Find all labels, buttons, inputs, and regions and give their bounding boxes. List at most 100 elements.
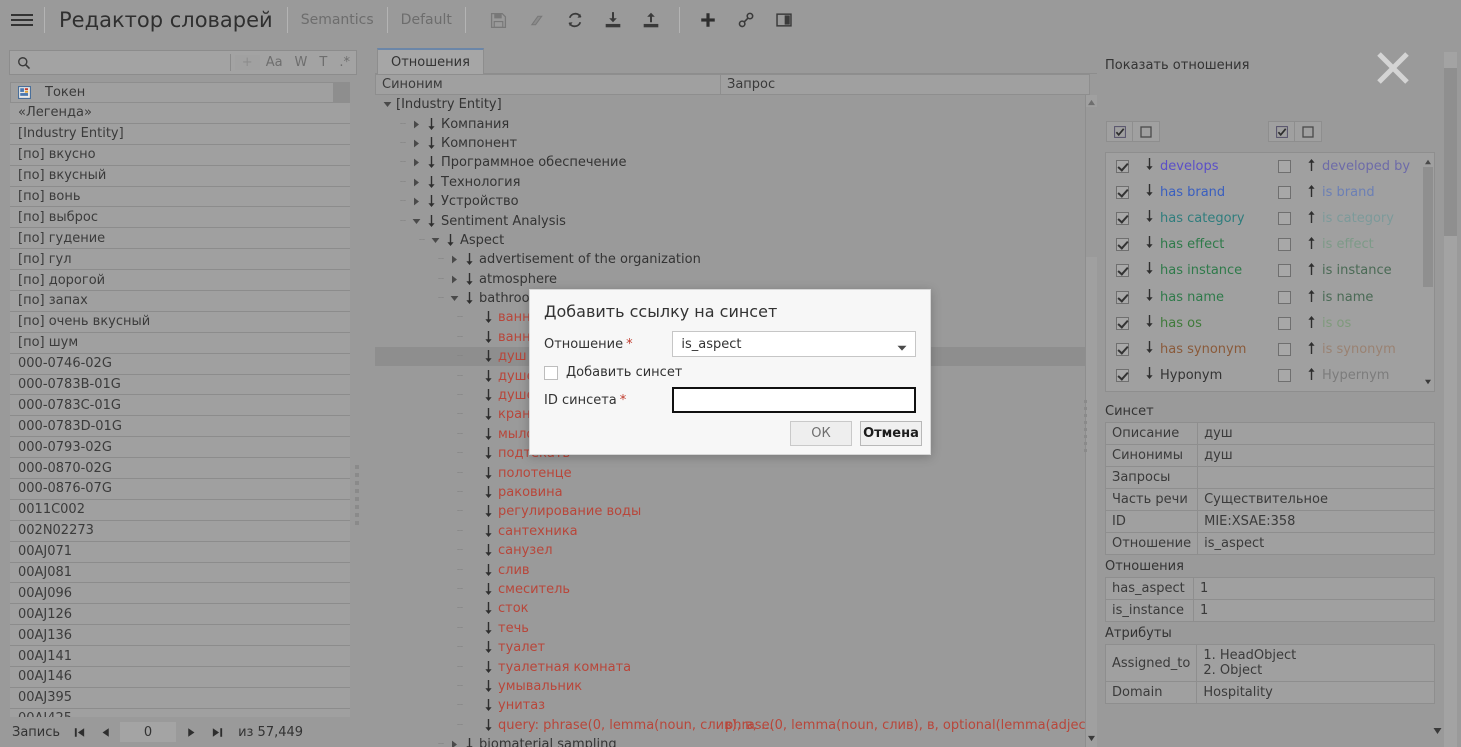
tree-row[interactable]: ┄ Устройство xyxy=(375,192,1090,211)
relation-checkbox[interactable] xyxy=(1278,264,1291,278)
relation-checkbox[interactable] xyxy=(1278,342,1291,356)
save-icon[interactable] xyxy=(480,3,518,37)
eraser-icon[interactable] xyxy=(518,3,556,37)
scroll-down-button[interactable] xyxy=(1087,731,1096,746)
relation-name[interactable]: has category xyxy=(1158,211,1245,226)
link-icon[interactable] xyxy=(727,3,765,37)
relation-name[interactable]: is synonym xyxy=(1320,342,1396,357)
previous-record-button[interactable] xyxy=(92,720,118,744)
relation-checkbox[interactable] xyxy=(1278,238,1291,252)
relation-checkbox[interactable] xyxy=(1278,316,1291,330)
table-cell-value[interactable]: душ xyxy=(1197,444,1435,467)
list-item[interactable]: 00AJ141 xyxy=(10,646,350,668)
table-cell-value[interactable]: Hospitality xyxy=(1196,681,1435,704)
list-item[interactable]: 000-0746-02G xyxy=(10,353,350,375)
workspace-tag-semantics[interactable]: Semantics xyxy=(288,12,387,28)
tree-row[interactable]: ┄ advertisement of the organization xyxy=(375,250,1090,269)
table-cell-value[interactable]: is_aspect xyxy=(1197,532,1435,555)
scrollbar-thumb[interactable] xyxy=(1423,167,1433,287)
list-item[interactable]: 00AJ136 xyxy=(10,625,350,647)
relation-checkbox[interactable] xyxy=(1278,290,1291,304)
tree-row[interactable]: ┄ Технология xyxy=(375,173,1090,192)
search-match-case-button[interactable]: Aa xyxy=(260,55,289,70)
tree-row[interactable]: ┄ Sentiment Analysis xyxy=(375,211,1090,230)
search-add-button[interactable]: + xyxy=(234,55,260,70)
table-cell-value[interactable]: MIE:XSAE:358 xyxy=(1197,510,1435,533)
hamburger-menu-icon[interactable] xyxy=(0,0,44,40)
scrollbar-thumb[interactable] xyxy=(1086,107,1097,257)
list-item[interactable]: «Легенда» xyxy=(10,103,350,124)
list-item[interactable]: 00AJ081 xyxy=(10,562,350,584)
panel-icon[interactable] xyxy=(765,3,803,37)
relation-name[interactable]: is brand xyxy=(1320,185,1375,200)
relation-name[interactable]: is effect xyxy=(1320,237,1374,252)
tab-relations[interactable]: Отношения xyxy=(377,48,484,74)
token-column-header[interactable]: Токен xyxy=(10,82,350,103)
table-cell-value[interactable]: Существительное xyxy=(1197,488,1435,511)
chevron-down-icon[interactable] xyxy=(381,101,394,108)
relation-name[interactable]: has name xyxy=(1158,290,1224,305)
details-panel-scrollbar[interactable] xyxy=(1444,52,1457,747)
relation-name[interactable]: has brand xyxy=(1158,185,1225,200)
ok-button[interactable]: ОК xyxy=(790,421,852,446)
relation-checkbox[interactable] xyxy=(1278,185,1291,199)
tree-row[interactable]: ┄ Программное обеспечение xyxy=(375,153,1090,172)
relation-checkbox[interactable] xyxy=(1116,290,1129,304)
relation-name[interactable]: has effect xyxy=(1158,237,1224,252)
add-synset-checkbox[interactable] xyxy=(544,365,558,380)
search-whole-word-button[interactable]: W xyxy=(289,55,314,70)
relation-checkbox[interactable] xyxy=(1116,238,1129,252)
list-item[interactable]: [по] гудение xyxy=(10,228,350,250)
list-item[interactable]: [по] очень вкусный xyxy=(10,311,350,333)
list-item[interactable]: 000-0783B-01G xyxy=(10,374,350,396)
tree-row[interactable]: ┄ туалетная комната xyxy=(375,657,1090,676)
column-header-synonym[interactable]: Синоним xyxy=(376,75,721,94)
chevron-right-icon[interactable] xyxy=(448,740,461,747)
table-cell-value[interactable]: душ xyxy=(1197,422,1435,445)
relation-checkbox[interactable] xyxy=(1116,264,1129,278)
relations-scrollbar[interactable] xyxy=(1422,153,1434,391)
panel-splitter[interactable] xyxy=(368,40,375,747)
chevron-down-icon[interactable] xyxy=(448,295,461,302)
tree-row[interactable]: ┄ Aspect xyxy=(375,231,1090,250)
list-item[interactable]: [по] вонь xyxy=(10,186,350,208)
list-item[interactable]: 00AJ071 xyxy=(10,541,350,563)
relation-name[interactable]: is instance xyxy=(1320,263,1392,278)
panel-grip[interactable] xyxy=(1084,400,1087,456)
chevron-right-icon[interactable] xyxy=(410,158,423,167)
relation-checkbox[interactable] xyxy=(1278,369,1291,383)
list-item[interactable]: 000-0783D-01G xyxy=(10,416,350,438)
tree-row[interactable]: ┄ сток xyxy=(375,599,1090,618)
tree-row[interactable]: ┄ Компания xyxy=(375,114,1090,133)
relation-name[interactable]: has os xyxy=(1158,316,1202,331)
tree-row[interactable]: ┄ сантехника xyxy=(375,522,1090,541)
synset-id-input[interactable] xyxy=(672,387,916,413)
list-item[interactable]: 000-0783C-01G xyxy=(10,395,350,417)
tree-row[interactable]: [Industry Entity] xyxy=(375,95,1090,114)
relation-checkbox[interactable] xyxy=(1278,159,1291,173)
import-icon[interactable] xyxy=(594,3,632,37)
chevron-right-icon[interactable] xyxy=(410,197,423,206)
list-item[interactable]: 002N02273 xyxy=(10,520,350,542)
scroll-down-button[interactable] xyxy=(1424,374,1432,389)
close-icon[interactable] xyxy=(1371,46,1415,90)
tree-row[interactable]: ┄ biomaterial sampling xyxy=(375,735,1090,747)
tree-row[interactable]: ┄ раковина xyxy=(375,483,1090,502)
list-item[interactable]: 000-0793-02G xyxy=(10,437,350,459)
relation-name[interactable]: is name xyxy=(1320,290,1373,305)
list-item[interactable]: 00AJ146 xyxy=(10,667,350,688)
export-icon[interactable] xyxy=(632,3,670,37)
check-all-forward-button[interactable] xyxy=(1106,121,1133,142)
list-item[interactable]: [Industry Entity] xyxy=(10,123,350,145)
relation-name[interactable]: is os xyxy=(1320,316,1351,331)
relation-name[interactable]: develops xyxy=(1158,159,1219,174)
relation-checkbox[interactable] xyxy=(1116,159,1129,173)
last-record-button[interactable] xyxy=(204,720,230,744)
uncheck-all-reverse-button[interactable] xyxy=(1295,121,1322,142)
list-item[interactable]: [по] шум xyxy=(10,332,350,354)
relation-name[interactable]: is category xyxy=(1320,211,1394,226)
table-cell-value[interactable]: 1 xyxy=(1193,599,1435,622)
add-icon[interactable] xyxy=(689,3,727,37)
uncheck-all-forward-button[interactable] xyxy=(1133,121,1160,142)
tree-row[interactable]: ┄ смеситель xyxy=(375,580,1090,599)
